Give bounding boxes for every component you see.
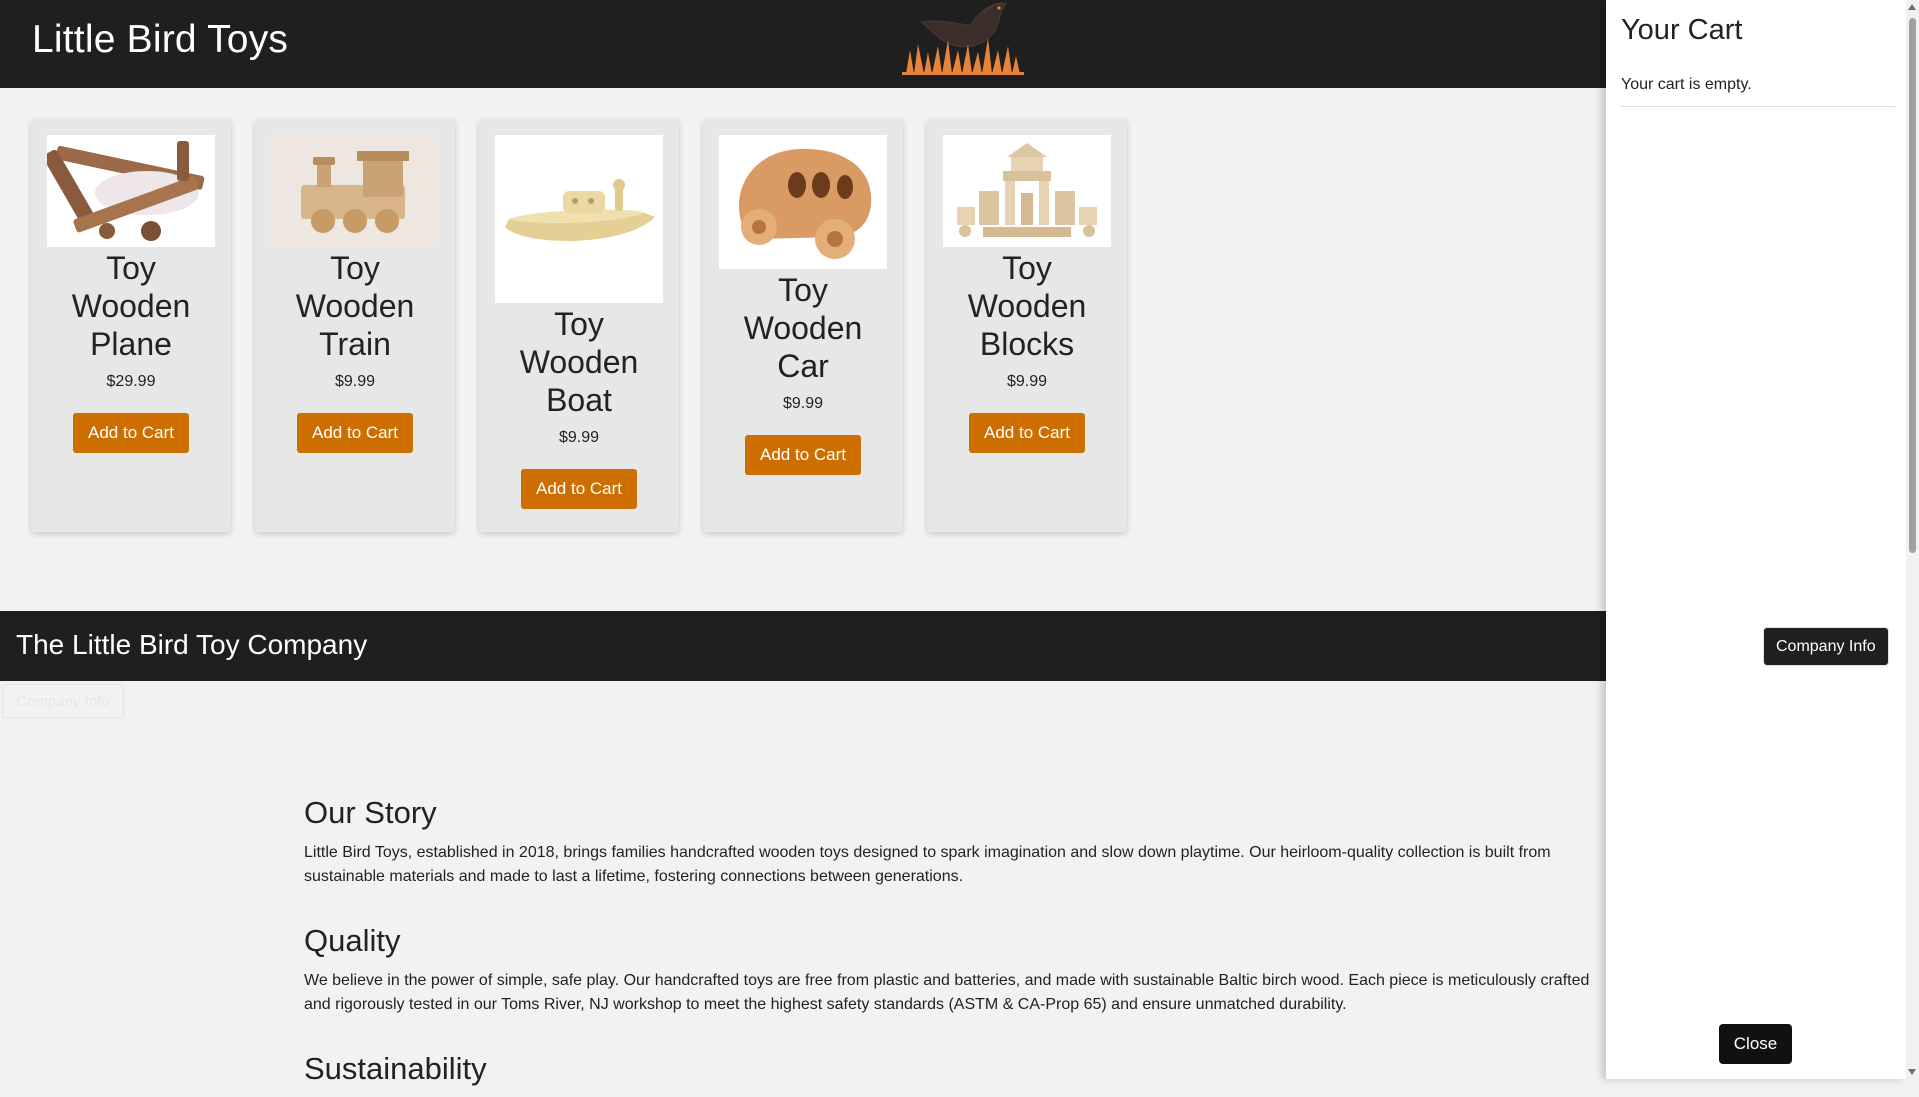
- site-header: Little Bird Toys: [0, 0, 1610, 88]
- section-heading: Sustainability: [304, 1051, 487, 1086]
- product-card: Toy Wooden Train $9.99 Add to Cart: [255, 119, 455, 532]
- product-name: Toy Wooden Train: [295, 250, 415, 362]
- bird-logo-icon: [902, 2, 1024, 75]
- product-card: Toy Wooden Car $9.99 Add to Cart: [703, 119, 903, 532]
- blocks-image: [943, 135, 1111, 247]
- add-to-cart-button[interactable]: Add to Cart: [969, 413, 1085, 453]
- add-to-cart-button[interactable]: Add to Cart: [297, 413, 413, 453]
- scrollbar-thumb[interactable]: [1909, 18, 1916, 553]
- plane-image: [47, 135, 215, 247]
- product-price: $9.99: [558, 429, 600, 446]
- cart-divider: [1621, 106, 1895, 107]
- product-name: Toy Wooden Plane: [71, 250, 191, 362]
- add-to-cart-button[interactable]: Add to Cart: [745, 435, 861, 475]
- car-image: [719, 135, 887, 269]
- product-grid: Toy Wooden Plane $29.99 Add to Cart Toy …: [31, 119, 1127, 532]
- section-text: Little Bird Toys, established in 2018, b…: [304, 844, 1551, 885]
- product-card: Toy Wooden Boat $9.99 Add to Cart: [479, 119, 679, 532]
- close-cart-button[interactable]: Close: [1719, 1024, 1792, 1064]
- scroll-down-icon[interactable]: [1908, 1069, 1916, 1075]
- product-card: Toy Wooden Blocks $9.99 Add to Cart: [927, 119, 1127, 532]
- boat-image: [495, 135, 663, 303]
- product-price: $9.99: [334, 373, 376, 390]
- product-card: Toy Wooden Plane $29.99 Add to Cart: [31, 119, 231, 532]
- company-banner: The Little Bird Toy Company: [0, 611, 1610, 681]
- about-section: Our Story Little Bird Toys, established …: [304, 795, 1604, 1097]
- site-title: Little Bird Toys: [32, 18, 289, 61]
- product-price: $29.99: [106, 373, 156, 390]
- add-to-cart-button[interactable]: Add to Cart: [73, 413, 189, 453]
- product-price: $9.99: [1006, 373, 1048, 390]
- scrollbar[interactable]: [1906, 0, 1919, 1079]
- section-heading: Quality: [304, 923, 401, 958]
- section-text: We believe in the power of simple, safe …: [304, 972, 1590, 1013]
- train-image: [271, 135, 439, 247]
- scroll-up-icon[interactable]: [1908, 4, 1916, 10]
- cart-title: Your Cart: [1621, 14, 1743, 46]
- cart-panel: Your Cart Your cart is empty.: [1606, 0, 1906, 1079]
- product-name: Toy Wooden Boat: [519, 306, 639, 418]
- cart-empty-message: Your cart is empty.: [1621, 76, 1752, 93]
- add-to-cart-button[interactable]: Add to Cart: [521, 469, 637, 509]
- product-name: Toy Wooden Blocks: [967, 250, 1087, 362]
- company-info-button[interactable]: Company Info: [1763, 627, 1889, 666]
- product-name: Toy Wooden Car: [743, 272, 863, 384]
- section-heading: Our Story: [304, 795, 437, 830]
- company-info-ghost-button[interactable]: Company Info: [2, 684, 124, 718]
- company-title: The Little Bird Toy Company: [16, 629, 368, 660]
- product-price: $9.99: [782, 395, 824, 412]
